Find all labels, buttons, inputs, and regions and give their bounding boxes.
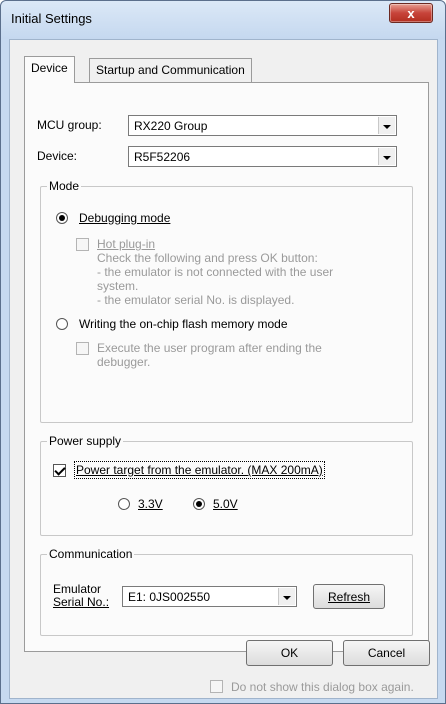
do-not-show-label[interactable]: Do not show this dialog box again. xyxy=(231,680,414,694)
voltage-3v3-label[interactable]: 3.3V xyxy=(138,497,163,511)
mode-group-title: Mode xyxy=(47,179,82,193)
refresh-button-label: Refresh xyxy=(327,589,371,604)
mcu-group-value: RX220 Group xyxy=(134,119,208,133)
device-label: Device: xyxy=(37,149,78,163)
emulator-serial-select[interactable]: E1: 0JS002550 xyxy=(122,586,297,607)
dialog-title: Initial Settings xyxy=(11,11,92,26)
device-value: R5F52206 xyxy=(134,150,191,164)
cancel-button-label: Cancel xyxy=(367,646,406,660)
hot-plugin-desc-3: system. xyxy=(97,279,139,293)
close-icon: x xyxy=(407,5,415,21)
mcu-group-select[interactable]: RX220 Group xyxy=(128,115,397,136)
execute-program-label-2: debugger. xyxy=(97,355,151,369)
tab-device-label: Device xyxy=(31,61,68,75)
emulator-label: Emulator xyxy=(53,582,102,596)
ok-button[interactable]: OK xyxy=(246,640,333,666)
power-target-label[interactable]: Power target from the emulator. (MAX 200… xyxy=(74,461,325,479)
tab-startup-and-communication[interactable]: Startup and Communication xyxy=(89,58,252,82)
hot-plugin-checkbox[interactable] xyxy=(76,238,89,251)
chevron-down-icon[interactable] xyxy=(278,588,295,605)
dialog-client-area: Device Startup and Communication MCU gro… xyxy=(9,39,438,699)
tab-startup-label: Startup and Communication xyxy=(96,63,245,77)
mode-group: Mode Debugging mode Hot plug-in Check th… xyxy=(40,179,413,423)
hot-plugin-desc-1: Check the following and press OK button: xyxy=(97,251,318,265)
emulator-serial-value: E1: 0JS002550 xyxy=(128,590,211,604)
device-select[interactable]: R5F52206 xyxy=(128,146,397,167)
do-not-show-checkbox[interactable] xyxy=(210,680,223,693)
execute-program-label[interactable]: Execute the user program after ending th… xyxy=(97,341,322,355)
hot-plugin-label[interactable]: Hot plug-in xyxy=(97,237,155,251)
cancel-button[interactable]: Cancel xyxy=(343,640,430,666)
voltage-5v0-radio[interactable] xyxy=(193,498,205,510)
power-supply-group-title: Power supply xyxy=(47,434,124,448)
device-tab-panel: MCU group: RX220 Group Device: R5F52206 … xyxy=(24,82,429,652)
close-button[interactable]: x xyxy=(389,3,433,23)
power-supply-group: Power supply Power target from the emula… xyxy=(40,434,413,536)
debugging-mode-radio[interactable] xyxy=(56,212,68,224)
title-bar: Initial Settings x xyxy=(1,1,445,39)
tab-device[interactable]: Device xyxy=(24,56,75,83)
writing-mode-radio[interactable] xyxy=(56,318,68,330)
chevron-down-icon[interactable] xyxy=(378,148,395,165)
execute-program-checkbox[interactable] xyxy=(76,342,89,355)
initial-settings-dialog: Initial Settings x Device Startup and Co… xyxy=(0,0,446,704)
refresh-button[interactable]: Refresh xyxy=(313,584,385,609)
hot-plugin-desc-4: - the emulator serial No. is displayed. xyxy=(97,293,295,307)
ok-button-label: OK xyxy=(280,646,299,660)
communication-group: Communication Emulator Serial No.: E1: 0… xyxy=(40,547,413,636)
communication-group-title: Communication xyxy=(47,547,135,561)
voltage-3v3-radio[interactable] xyxy=(118,498,130,510)
debugging-mode-label[interactable]: Debugging mode xyxy=(79,211,170,225)
power-target-checkbox[interactable] xyxy=(53,464,66,477)
mcu-group-label: MCU group: xyxy=(37,118,102,132)
voltage-5v0-label[interactable]: 5.0V xyxy=(213,497,238,511)
writing-mode-label[interactable]: Writing the on-chip flash memory mode xyxy=(79,317,288,331)
hot-plugin-desc-2: - the emulator is not connected with the… xyxy=(97,265,334,279)
chevron-down-icon[interactable] xyxy=(378,117,395,134)
serial-no-label: Serial No.: xyxy=(53,595,110,609)
